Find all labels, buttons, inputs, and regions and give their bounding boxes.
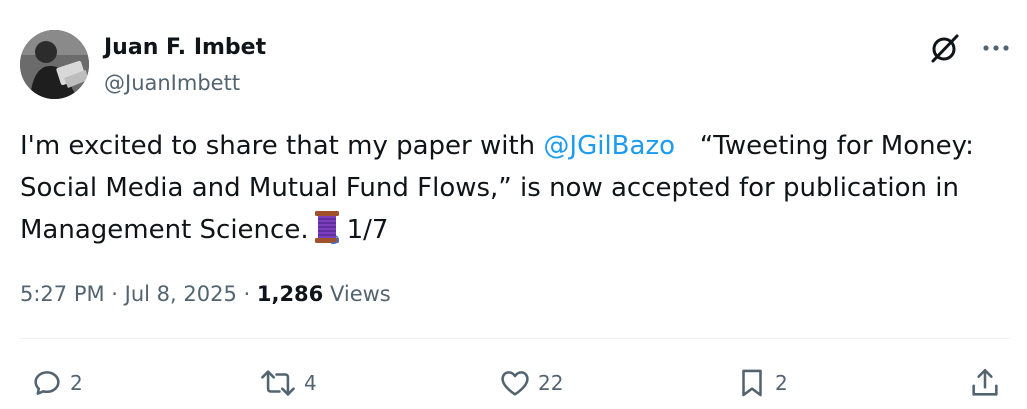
avatar[interactable] (20, 30, 89, 99)
share-button[interactable] (968, 365, 1002, 401)
repost-count: 4 (304, 371, 317, 395)
reply-icon (34, 371, 60, 395)
grok-icon[interactable] (929, 32, 961, 64)
bookmark-button[interactable]: 2 (735, 365, 788, 401)
meta-separator: · (236, 282, 257, 306)
reply-count: 2 (70, 371, 83, 395)
tweet[interactable]: Juan F. Imbet @JuanImbett I'm excited to… (0, 0, 1027, 409)
more-options-icon[interactable] (980, 38, 1012, 58)
tweet-date[interactable]: Jul 8, 2025 (125, 282, 237, 306)
meta-separator: · (104, 282, 125, 306)
views-count: 1,286 (256, 282, 324, 306)
reply-button[interactable]: 2 (30, 365, 83, 401)
heart-icon (501, 371, 529, 396)
author-name[interactable]: Juan F. Imbet (104, 35, 266, 60)
mention-link[interactable]: @JGilBazo (543, 131, 675, 161)
tweet-text: I'm excited to share that my paper with … (20, 125, 1010, 251)
share-icon (972, 368, 998, 396)
bookmark-icon (742, 369, 762, 397)
like-count: 22 (538, 371, 564, 395)
thread-marker: 1/7 (346, 215, 389, 245)
author-handle[interactable]: @JuanImbett (104, 71, 240, 95)
spool-of-thread-icon (313, 210, 341, 244)
repost-button[interactable]: 4 (258, 365, 317, 401)
avatar-image (20, 30, 89, 99)
bookmark-count: 2 (775, 371, 788, 395)
divider (20, 338, 1010, 339)
tweet-text-part1: I'm excited to share that my paper with (20, 131, 544, 161)
tweet-meta: 5:27 PM · Jul 8, 2025 · 1,286 Views (20, 282, 391, 306)
views-label: Views (323, 282, 391, 306)
like-button[interactable]: 22 (498, 365, 563, 401)
repost-icon (261, 370, 295, 396)
tweet-time[interactable]: 5:27 PM (20, 282, 105, 306)
